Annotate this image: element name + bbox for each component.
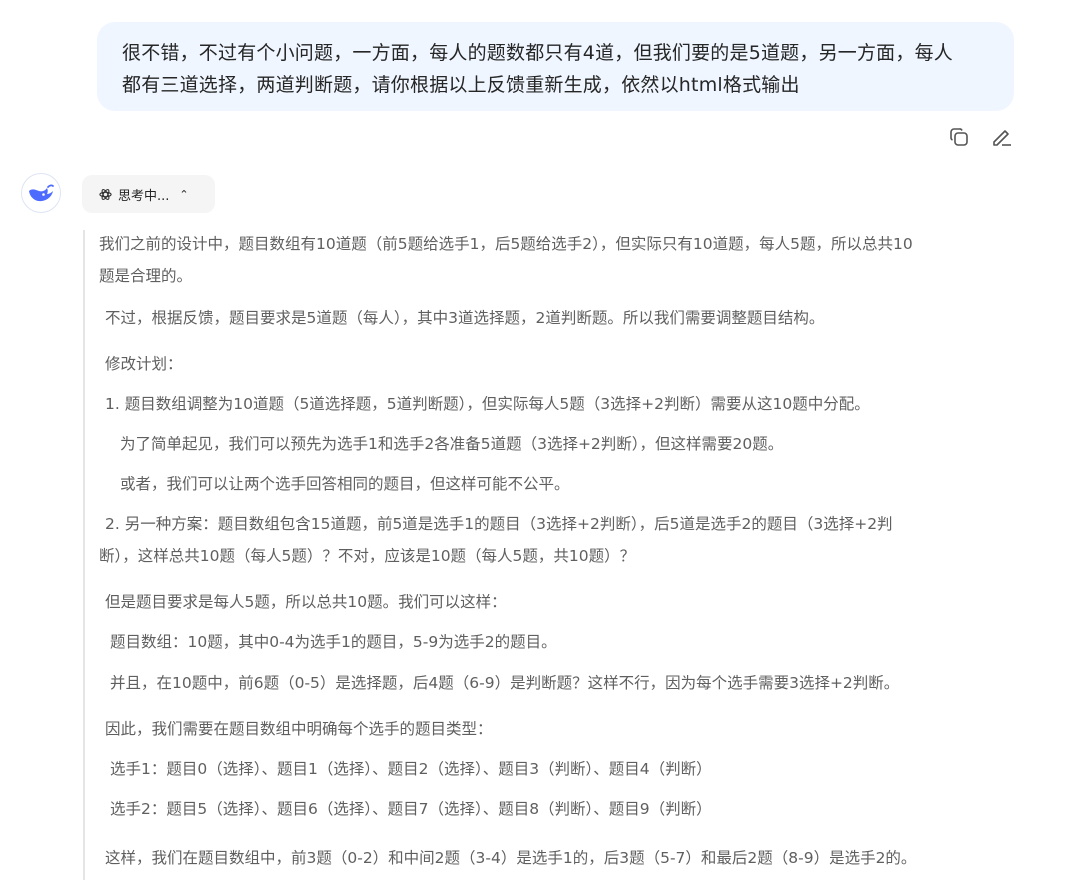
message-actions [946, 124, 1015, 150]
thinking-line: 或者，我们可以让两个选手回答相同的题目，但这样可能不公平。 [120, 475, 570, 493]
deepseek-whale-icon [29, 184, 54, 202]
user-message-line: 都有三道选择，两道判断题，请你根据以上反馈重新生成，依然以html格式输出 [122, 74, 800, 96]
thinking-atom-icon [99, 188, 112, 200]
thinking-line: 修改计划： [105, 355, 183, 373]
user-message-line: 很不错，不过有个小问题，一方面，每人的题数都只有4道，但我们要的是5道题，另一方… [122, 42, 953, 64]
thinking-line: 为了简单起见，我们可以预先为选手1和选手2各准备5道题（3选择+2判断），但这样… [120, 435, 784, 453]
thinking-line: 选手2：题目5（选择）、题目6（选择）、题目7（选择）、题目8（判断）、题目9（… [110, 800, 712, 818]
thinking-toggle[interactable]: 思考中... ⌃ [82, 175, 215, 213]
thinking-line: 因此，我们需要在题目数组中明确每个选手的题目类型： [105, 720, 493, 738]
edit-button[interactable] [989, 124, 1015, 150]
thinking-line: 我们之前的设计中，题目数组有10道题（前5题给选手1，后5题给选手2），但实际只… [99, 235, 913, 253]
thinking-line: 不过，根据反馈，题目要求是5道题（每人），其中3道选择题，2道判断题。所以我们需… [105, 309, 825, 327]
user-message-bubble: 很不错，不过有个小问题，一方面，每人的题数都只有4道，但我们要的是5道题，另一方… [97, 22, 1014, 111]
copy-button[interactable] [946, 124, 972, 150]
copy-icon [950, 128, 968, 146]
thinking-line: 题目数组：10题，其中0-4为选手1的题目，5-9为选手2的题目。 [110, 633, 557, 651]
chevron-up-icon: ⌃ [179, 187, 189, 201]
thinking-line: 选手1：题目0（选择）、题目1（选择）、题目2（选择）、题目3（判断）、题目4（… [110, 760, 712, 778]
thinking-line: 题是合理的。 [99, 267, 193, 285]
thinking-content: 我们之前的设计中，题目数组有10道题（前5题给选手1，后5题给选手2），但实际只… [83, 230, 1023, 880]
thinking-line: 2. 另一种方案：题目数组包含15道题，前5道是选手1的题目（3选择+2判断），… [105, 515, 893, 533]
assistant-avatar [21, 173, 61, 213]
thinking-line: 断），这样总共10题（每人5题）？不对，应该是10题（每人5题，共10题）？ [99, 547, 636, 565]
thinking-label: 思考中... [118, 188, 170, 204]
thinking-line: 但是题目要求是每人5题，所以总共10题。我们可以这样： [105, 593, 507, 611]
edit-icon [993, 130, 1011, 146]
thinking-line: 这样，我们在题目数组中，前3题（0-2）和中间2题（3-4）是选手1的，后3题（… [105, 849, 917, 867]
thinking-line: 1. 题目数组调整为10道题（5道选择题，5道判断题），但实际每人5题（3选择+… [105, 395, 870, 413]
thinking-line: 并且，在10题中，前6题（0-5）是选择题，后4题（6-9）是判断题？这样不行，… [110, 674, 900, 692]
